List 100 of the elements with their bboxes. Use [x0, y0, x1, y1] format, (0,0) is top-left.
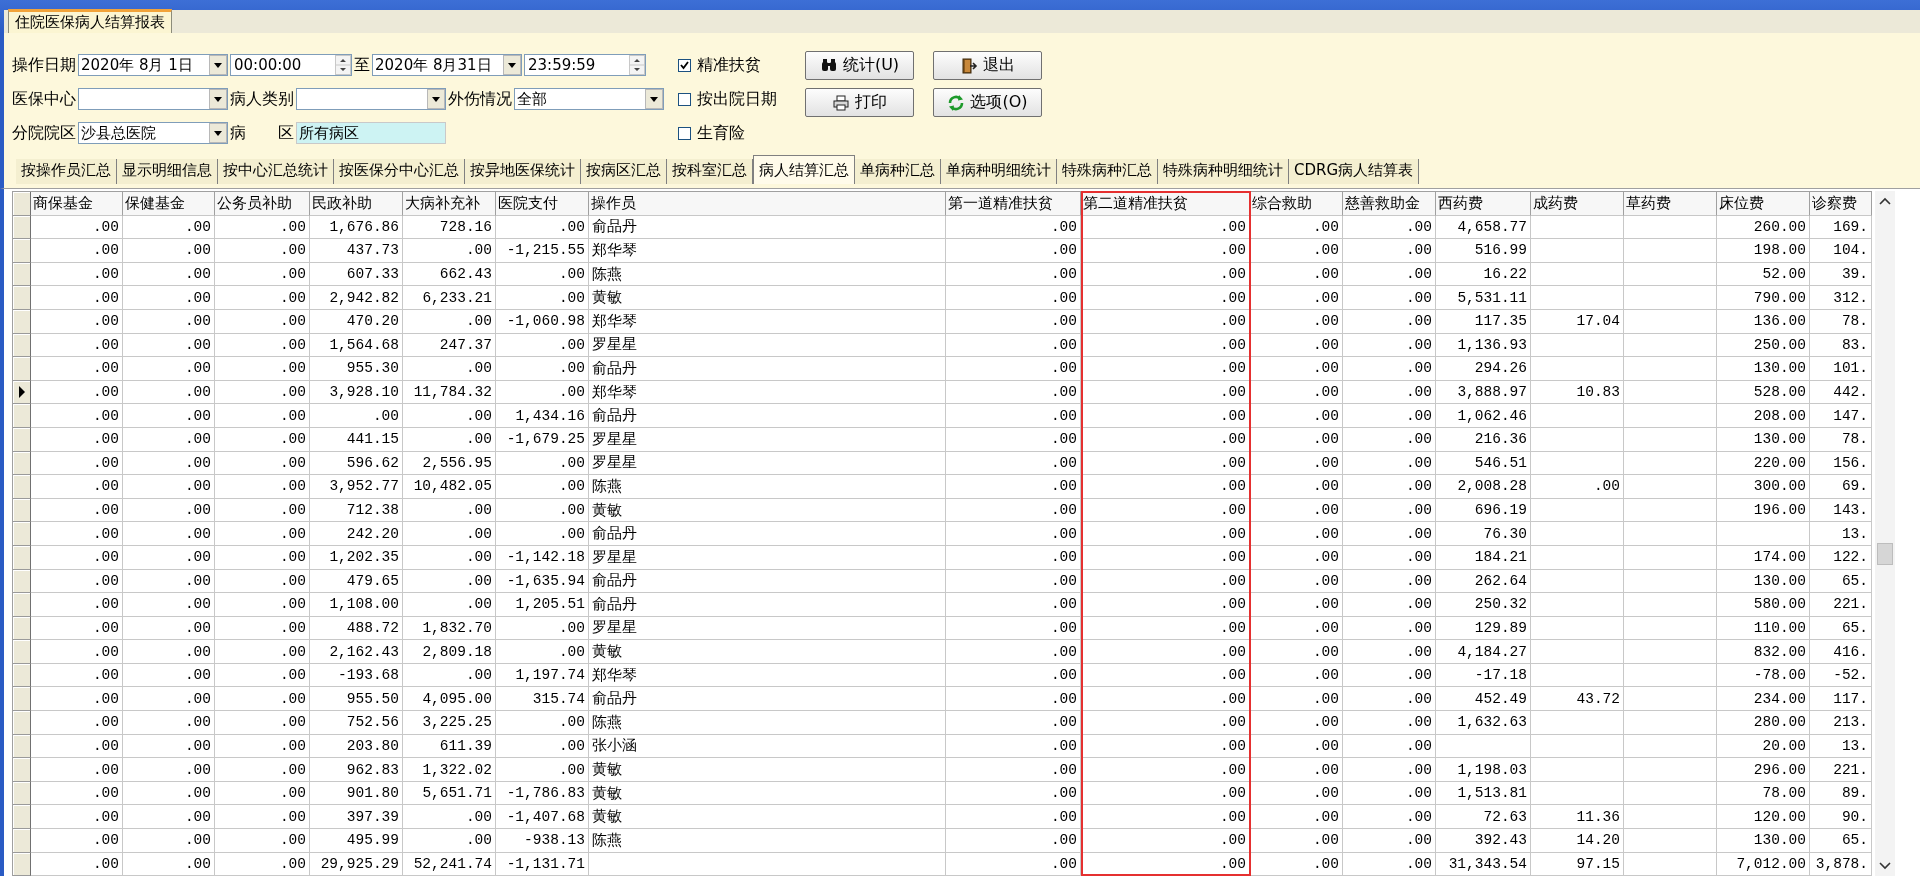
table-cell: 张小涵	[589, 734, 946, 759]
view-tab[interactable]: 单病种明细统计	[941, 159, 1057, 184]
table-cell: -17.18	[1436, 663, 1531, 688]
table-cell: 1,202.35	[310, 545, 403, 570]
table-cell: 104.	[1810, 239, 1872, 263]
table-cell: .00	[123, 829, 215, 853]
table-cell: .00	[946, 333, 1081, 358]
view-tab[interactable]: 按科室汇总	[667, 159, 753, 184]
dropdown-field[interactable]	[78, 88, 228, 110]
time-field[interactable]: 00:00:00	[230, 54, 352, 76]
view-tab[interactable]: 显示明细信息	[117, 159, 218, 184]
column-header[interactable]: 公务员补助	[215, 192, 310, 216]
view-tab[interactable]: 按操作员汇总	[16, 159, 117, 184]
table-cell: .00	[1081, 734, 1250, 759]
row-header[interactable]	[13, 380, 31, 405]
view-tab[interactable]: 特殊病种明细统计	[1158, 159, 1289, 184]
table-cell: .00	[215, 309, 310, 334]
column-header[interactable]: 大病补充补	[403, 192, 496, 216]
table-cell: .00	[1250, 357, 1343, 381]
checkbox-label: 精准扶贫	[697, 54, 761, 76]
table-cell: 955.50	[310, 687, 403, 712]
checkbox[interactable]	[678, 58, 691, 72]
scroll-thumb[interactable]	[1877, 543, 1893, 565]
table-cell: 2,162.43	[310, 640, 403, 664]
table-cell: 4,658.77	[1436, 215, 1531, 240]
command-button[interactable]: 打印	[805, 88, 914, 117]
column-header[interactable]: 操作员	[589, 192, 946, 216]
spin-arrows-icon	[335, 55, 351, 75]
column-header[interactable]: 西药费	[1436, 192, 1531, 216]
view-tab[interactable]: 单病种汇总	[855, 159, 941, 184]
table-cell: .00	[1343, 522, 1436, 546]
table-cell: 黄敏	[589, 286, 946, 310]
dropdown-field[interactable]: 沙县总医院	[78, 122, 228, 144]
command-button[interactable]: 选项(O)	[933, 88, 1042, 117]
column-header[interactable]: 草药费	[1624, 192, 1717, 216]
table-cell: 10,482.05	[403, 475, 496, 499]
table-cell: 169.	[1810, 215, 1872, 240]
printer-icon	[832, 93, 850, 112]
dropdown-field[interactable]: 2020年 8月31日	[372, 54, 522, 76]
view-tab[interactable]: CDRG病人结算表	[1289, 159, 1420, 184]
column-header[interactable]: 诊察费	[1810, 192, 1872, 216]
dropdown-field[interactable]: 2020年 8月 1日	[78, 54, 228, 76]
table-cell: 156.	[1810, 451, 1872, 476]
dropdown-field[interactable]	[296, 88, 446, 110]
column-header[interactable]: 慈善救助金	[1343, 192, 1436, 216]
view-tab[interactable]: 按异地医保统计	[465, 159, 581, 184]
column-header[interactable]: 综合救助	[1250, 192, 1343, 216]
table-cell: .00	[1081, 663, 1250, 688]
view-tab[interactable]: 按中心汇总统计	[218, 159, 334, 184]
table-cell: .00	[1343, 427, 1436, 452]
table-cell: 陈燕	[589, 829, 946, 853]
table-cell: .00	[31, 333, 123, 358]
text-field[interactable]: 所有病区	[296, 122, 446, 144]
column-header[interactable]: 商保基金	[31, 192, 123, 216]
time-field[interactable]: 23:59:59	[524, 54, 646, 76]
column-header[interactable]: 床位费	[1717, 192, 1810, 216]
checkbox[interactable]	[678, 126, 691, 140]
command-button[interactable]: 统计(U)	[805, 51, 914, 80]
table-cell: 89.	[1810, 781, 1872, 806]
table-cell: 117.35	[1436, 309, 1531, 334]
column-header[interactable]: 第一道精准扶贫	[946, 192, 1081, 216]
table-cell: .00	[1531, 475, 1624, 499]
view-tab[interactable]: 病人结算汇总	[753, 155, 855, 184]
table-cell: .00	[1081, 805, 1250, 830]
table-cell: .00	[496, 451, 589, 476]
field-label: 区	[278, 122, 294, 144]
table-cell: 5,531.11	[1436, 286, 1531, 310]
command-button[interactable]: 退出	[933, 51, 1042, 80]
table-cell: .00	[310, 404, 403, 428]
table-cell: .00	[946, 215, 1081, 240]
table-cell: .00	[31, 781, 123, 806]
table-cell: .00	[496, 711, 589, 735]
checkbox[interactable]	[678, 92, 691, 106]
table-cell: .00	[403, 829, 496, 853]
table-cell: 90.	[1810, 805, 1872, 830]
table-cell: .00	[403, 805, 496, 830]
table-cell: .00	[215, 758, 310, 782]
column-header[interactable]: 保健基金	[123, 192, 215, 216]
table-cell: 203.80	[310, 734, 403, 759]
table-cell: .00	[1250, 640, 1343, 664]
column-header[interactable]: 民政补助	[310, 192, 403, 216]
table-cell: .00	[215, 734, 310, 759]
table-cell: .00	[496, 640, 589, 664]
table-cell: .00	[403, 357, 496, 381]
view-tab[interactable]: 按医保分中心汇总	[334, 159, 465, 184]
document-tab[interactable]: 住院医保病人结算报表	[8, 9, 172, 33]
column-header[interactable]: 医院支付	[496, 192, 589, 216]
table-cell: 罗星星	[589, 333, 946, 358]
table-cell: .00	[1250, 711, 1343, 735]
dropdown-field[interactable]: 全部	[514, 88, 664, 110]
table-cell: 312.	[1810, 286, 1872, 310]
table-cell: .00	[215, 427, 310, 452]
table-cell: 1,676.86	[310, 215, 403, 240]
scrollbar[interactable]	[1875, 191, 1895, 877]
table-cell: .00	[31, 640, 123, 664]
table-cell: .00	[215, 380, 310, 405]
view-tab[interactable]: 特殊病种汇总	[1057, 159, 1158, 184]
table-cell: .00	[31, 616, 123, 641]
view-tab[interactable]: 按病区汇总	[581, 159, 667, 184]
column-header[interactable]: 成药费	[1531, 192, 1624, 216]
